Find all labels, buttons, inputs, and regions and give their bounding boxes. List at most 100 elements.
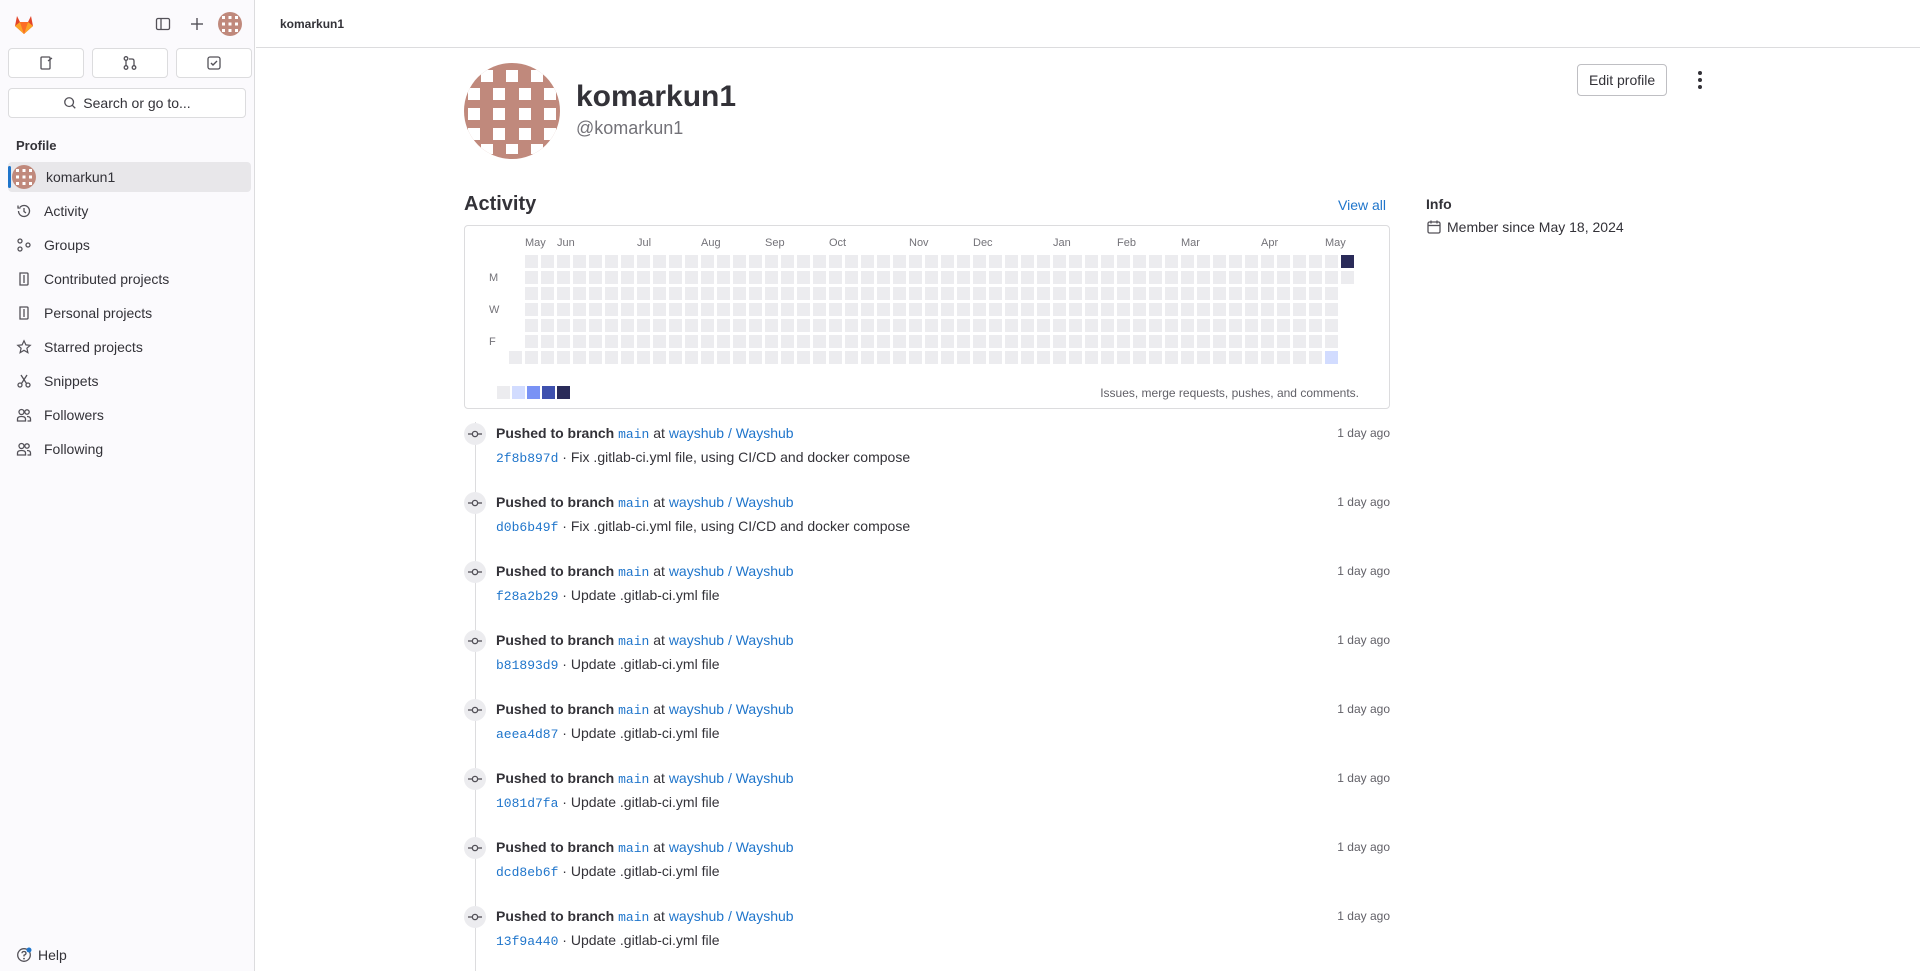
calendar-day-cell[interactable]	[1165, 303, 1178, 316]
calendar-day-cell[interactable]	[589, 303, 602, 316]
calendar-day-cell[interactable]	[893, 287, 906, 300]
calendar-day-cell[interactable]	[1277, 303, 1290, 316]
calendar-day-cell[interactable]	[621, 287, 634, 300]
calendar-day-cell[interactable]	[605, 255, 618, 268]
calendar-day-cell[interactable]	[829, 255, 842, 268]
branch-link[interactable]: main	[618, 772, 649, 787]
calendar-day-cell[interactable]	[541, 335, 554, 348]
calendar-day-cell[interactable]	[749, 271, 762, 284]
calendar-day-cell[interactable]	[925, 271, 938, 284]
calendar-day-cell[interactable]	[893, 335, 906, 348]
calendar-day-cell[interactable]	[717, 255, 730, 268]
calendar-day-cell[interactable]	[701, 319, 714, 332]
calendar-day-cell[interactable]	[685, 303, 698, 316]
calendar-day-cell[interactable]	[669, 351, 682, 364]
calendar-day-cell[interactable]	[541, 351, 554, 364]
calendar-day-cell[interactable]	[749, 351, 762, 364]
calendar-day-cell[interactable]	[781, 255, 794, 268]
calendar-day-cell[interactable]	[621, 255, 634, 268]
calendar-day-cell[interactable]	[781, 287, 794, 300]
calendar-day-cell[interactable]	[1325, 351, 1338, 364]
calendar-day-cell[interactable]	[1213, 255, 1226, 268]
calendar-day-cell[interactable]	[733, 271, 746, 284]
calendar-day-cell[interactable]	[1245, 303, 1258, 316]
help-button[interactable]: Help	[16, 947, 67, 963]
calendar-day-cell[interactable]	[733, 351, 746, 364]
calendar-day-cell[interactable]	[1053, 255, 1066, 268]
calendar-day-cell[interactable]	[829, 319, 842, 332]
calendar-day-cell[interactable]	[525, 303, 538, 316]
calendar-day-cell[interactable]	[701, 351, 714, 364]
calendar-day-cell[interactable]	[733, 335, 746, 348]
calendar-day-cell[interactable]	[589, 351, 602, 364]
calendar-day-cell[interactable]	[1309, 303, 1322, 316]
calendar-day-cell[interactable]	[1037, 287, 1050, 300]
calendar-day-cell[interactable]	[1117, 255, 1130, 268]
calendar-day-cell[interactable]	[1229, 271, 1242, 284]
calendar-day-cell[interactable]	[1021, 303, 1034, 316]
calendar-day-cell[interactable]	[925, 319, 938, 332]
calendar-day-cell[interactable]	[749, 303, 762, 316]
calendar-day-cell[interactable]	[1005, 287, 1018, 300]
calendar-day-cell[interactable]	[957, 319, 970, 332]
calendar-day-cell[interactable]	[957, 271, 970, 284]
calendar-day-cell[interactable]	[1165, 319, 1178, 332]
calendar-day-cell[interactable]	[1293, 255, 1306, 268]
calendar-day-cell[interactable]	[653, 287, 666, 300]
calendar-day-cell[interactable]	[1181, 287, 1194, 300]
calendar-day-cell[interactable]	[525, 255, 538, 268]
calendar-day-cell[interactable]	[1165, 271, 1178, 284]
calendar-day-cell[interactable]	[605, 287, 618, 300]
more-actions-icon[interactable]	[1688, 68, 1712, 92]
calendar-day-cell[interactable]	[797, 335, 810, 348]
calendar-day-cell[interactable]	[1117, 335, 1130, 348]
calendar-day-cell[interactable]	[845, 271, 858, 284]
calendar-day-cell[interactable]	[733, 287, 746, 300]
calendar-day-cell[interactable]	[925, 351, 938, 364]
calendar-day-cell[interactable]	[845, 335, 858, 348]
calendar-day-cell[interactable]	[893, 255, 906, 268]
calendar-day-cell[interactable]	[1197, 335, 1210, 348]
plus-icon[interactable]	[185, 12, 209, 36]
calendar-day-cell[interactable]	[685, 351, 698, 364]
calendar-day-cell[interactable]	[1149, 303, 1162, 316]
view-all-link[interactable]: View all	[1338, 197, 1386, 213]
sidebar-item-personal-projects[interactable]: Personal projects	[8, 298, 251, 328]
calendar-day-cell[interactable]	[541, 287, 554, 300]
sidebar-item-activity[interactable]: Activity	[8, 196, 251, 226]
project-link[interactable]: wayshub / Wayshub	[669, 425, 794, 441]
calendar-day-cell[interactable]	[765, 287, 778, 300]
calendar-day-cell[interactable]	[1309, 351, 1322, 364]
commit-sha-link[interactable]: b81893d9	[496, 658, 558, 673]
calendar-day-cell[interactable]	[1213, 351, 1226, 364]
branch-link[interactable]: main	[618, 565, 649, 580]
calendar-day-cell[interactable]	[573, 271, 586, 284]
calendar-day-cell[interactable]	[781, 319, 794, 332]
calendar-day-cell[interactable]	[1149, 255, 1162, 268]
calendar-day-cell[interactable]	[717, 287, 730, 300]
calendar-day-cell[interactable]	[765, 319, 778, 332]
calendar-day-cell[interactable]	[893, 351, 906, 364]
calendar-day-cell[interactable]	[1037, 319, 1050, 332]
calendar-day-cell[interactable]	[909, 303, 922, 316]
calendar-day-cell[interactable]	[1261, 335, 1274, 348]
calendar-day-cell[interactable]	[717, 351, 730, 364]
calendar-day-cell[interactable]	[1037, 351, 1050, 364]
search-button[interactable]: Search or go to...	[8, 88, 246, 118]
calendar-day-cell[interactable]	[797, 303, 810, 316]
calendar-day-cell[interactable]	[1133, 271, 1146, 284]
calendar-day-cell[interactable]	[589, 335, 602, 348]
calendar-day-cell[interactable]	[781, 271, 794, 284]
calendar-day-cell[interactable]	[749, 319, 762, 332]
calendar-day-cell[interactable]	[1085, 335, 1098, 348]
calendar-day-cell[interactable]	[1037, 255, 1050, 268]
branch-link[interactable]: main	[618, 496, 649, 511]
calendar-day-cell[interactable]	[1101, 335, 1114, 348]
calendar-day-cell[interactable]	[1197, 287, 1210, 300]
calendar-day-cell[interactable]	[813, 319, 826, 332]
calendar-day-cell[interactable]	[845, 319, 858, 332]
calendar-day-cell[interactable]	[1181, 335, 1194, 348]
calendar-day-cell[interactable]	[573, 351, 586, 364]
commit-sha-link[interactable]: dcd8eb6f	[496, 865, 558, 880]
calendar-day-cell[interactable]	[749, 335, 762, 348]
